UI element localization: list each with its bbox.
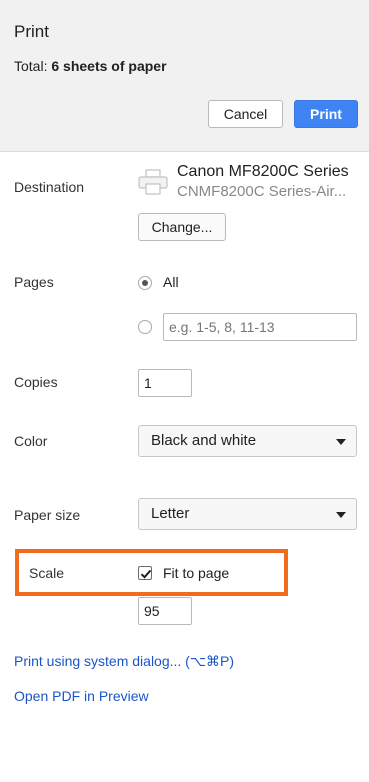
printer-name: Canon MF8200C Series — [177, 163, 349, 180]
pages-all-label: All — [163, 274, 179, 290]
paper-size-select[interactable]: Letter — [138, 498, 357, 530]
copies-input[interactable]: 1 — [138, 369, 192, 397]
total-value: 6 sheets of paper — [51, 58, 167, 74]
dialog-title: Print — [14, 22, 49, 41]
color-select-value: Black and white — [151, 432, 257, 449]
color-select[interactable]: Black and white — [138, 425, 357, 457]
paper-size-select-value: Letter — [151, 505, 190, 522]
scale-input[interactable]: 95 — [138, 597, 192, 625]
destination-label: Destination — [14, 179, 85, 195]
fit-to-page-label: Fit to page — [163, 565, 230, 581]
open-pdf-link[interactable]: Open PDF in Preview — [14, 688, 149, 704]
scale-label: Scale — [29, 565, 65, 581]
pages-custom-input[interactable]: e.g. 1-5, 8, 11-13 — [163, 313, 357, 341]
total-sheets: Total: 6 sheets of paper — [14, 58, 167, 74]
printer-subtitle: CNMF8200C Series-Air... — [177, 183, 347, 200]
chevron-down-icon — [336, 439, 346, 445]
printer-icon — [137, 168, 169, 196]
copies-label: Copies — [14, 374, 58, 390]
cancel-button[interactable]: Cancel — [208, 100, 283, 128]
pages-custom-radio[interactable] — [138, 320, 152, 334]
checkmark-icon — [140, 569, 152, 579]
pages-all-radio[interactable] — [138, 276, 152, 290]
chevron-down-icon — [336, 512, 346, 518]
print-header: Print Total: 6 sheets of paper Cancel Pr… — [0, 0, 369, 152]
change-destination-button[interactable]: Change... — [138, 213, 226, 241]
system-dialog-link[interactable]: Print using system dialog... (⌥⌘P) — [14, 653, 234, 670]
color-label: Color — [14, 433, 48, 449]
print-button[interactable]: Print — [294, 100, 358, 128]
total-label: Total: — [14, 58, 48, 74]
paper-size-label: Paper size — [14, 507, 81, 523]
pages-label: Pages — [14, 274, 54, 290]
fit-to-page-checkbox[interactable] — [138, 566, 152, 580]
